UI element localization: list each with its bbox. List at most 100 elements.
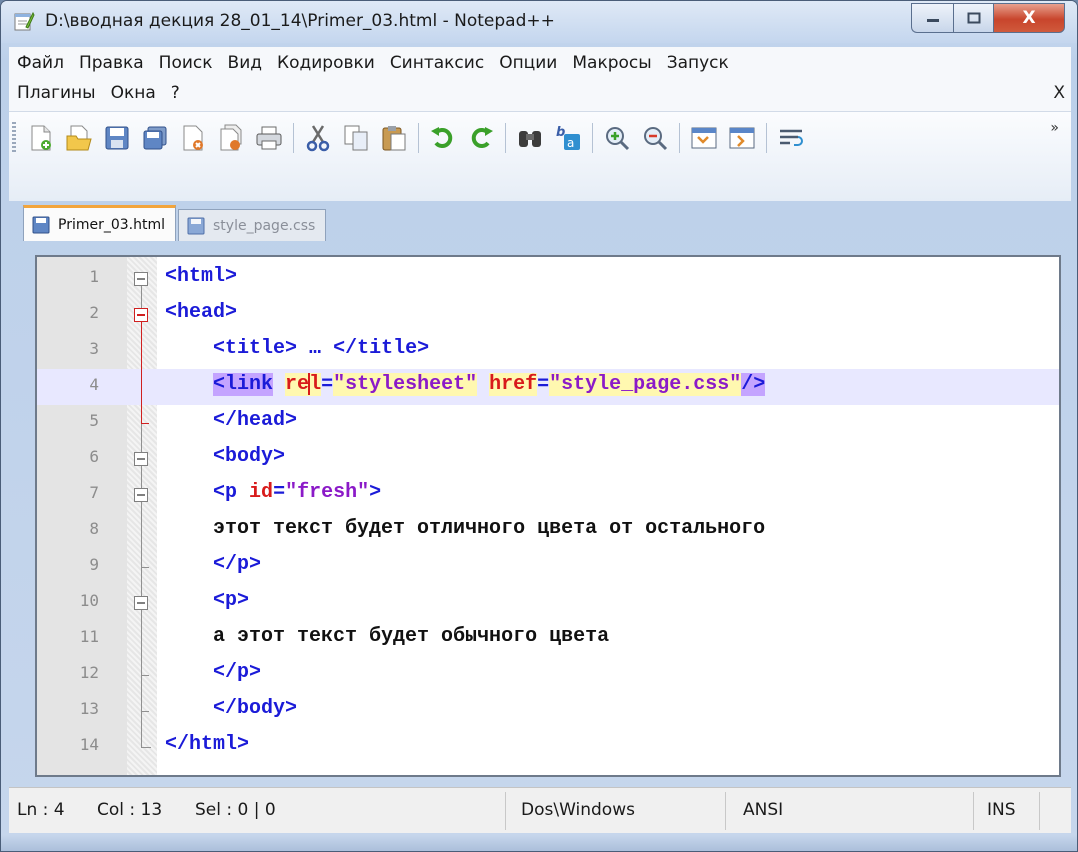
tab-primer-03-html[interactable]: Primer_03.html: [23, 205, 177, 241]
zoom-out-icon[interactable]: [639, 122, 671, 154]
code-text: <body>: [213, 445, 286, 468]
code-text: <p id="fresh">: [213, 481, 382, 504]
fold-end: [141, 711, 149, 712]
toolbar: ba »: [9, 111, 1071, 201]
find-icon[interactable]: [514, 122, 546, 154]
toolbar-grip[interactable]: [12, 122, 16, 152]
sync-vertical-icon[interactable]: [688, 122, 720, 154]
save-all-icon[interactable]: [139, 122, 171, 154]
open-file-icon[interactable]: [63, 122, 95, 154]
code-text: </p>: [213, 553, 262, 576]
code-editor[interactable]: 1 <html> 2 <head> 3 <title> … </title> 4 <lin…: [35, 255, 1061, 777]
status-selection: Sel : 0 | 0: [195, 800, 276, 820]
fold-toggle-icon[interactable]: [134, 308, 148, 322]
fold-toggle-icon[interactable]: [134, 488, 148, 502]
status-divider: [505, 792, 506, 830]
fold-toggle-icon[interactable]: [134, 272, 148, 286]
code-line[interactable]: 4 <link rel="stylesheet" href="style_pag…: [37, 369, 1059, 405]
code-text: <html>: [165, 265, 238, 288]
fold-toggle-icon[interactable]: [134, 596, 148, 610]
code-text: <p>: [213, 589, 250, 612]
notepad-window: D:\вводная декция 28_01_14\Primer_03.htm…: [0, 0, 1078, 852]
status-insert-mode: INS: [987, 800, 1016, 820]
menu-item-main-3[interactable]: Вид: [228, 53, 262, 79]
menu-item-main-8[interactable]: Запуск: [667, 53, 729, 79]
code-line[interactable]: 13 </body>: [37, 693, 1059, 729]
status-divider: [1039, 792, 1040, 830]
close-window-button[interactable]: X: [993, 3, 1065, 33]
code-line[interactable]: 1 <html>: [37, 261, 1059, 297]
status-line: Ln : 4: [17, 800, 65, 820]
tab-label: style_page.css: [213, 217, 316, 234]
svg-text:b: b: [556, 125, 565, 140]
menu-item-main-4[interactable]: Кодировки: [277, 53, 375, 79]
line-number: 4: [89, 375, 99, 394]
redo-icon[interactable]: [465, 122, 497, 154]
menu-item-main-1[interactable]: Правка: [79, 53, 144, 79]
line-number: 7: [89, 483, 99, 502]
cut-icon[interactable]: [302, 122, 334, 154]
new-file-icon[interactable]: [25, 122, 57, 154]
status-bar: Ln : 4 Col : 13 Sel : 0 | 0 Dos\Windows …: [9, 787, 1071, 833]
code-line[interactable]: 9 </p>: [37, 549, 1059, 585]
status-eol-format: Dos\Windows: [521, 800, 635, 820]
code-line[interactable]: 6 <body>: [37, 441, 1059, 477]
code-line[interactable]: 2 <head>: [37, 297, 1059, 333]
menu-item-extra-0[interactable]: Плагины: [17, 83, 96, 109]
toolbar-separator: [418, 123, 419, 153]
document-tabs: Primer_03.html style_page.css: [23, 205, 328, 241]
toolbar-overflow-button[interactable]: »: [1050, 120, 1059, 136]
close-all-icon[interactable]: [215, 122, 247, 154]
sync-horizontal-icon[interactable]: [726, 122, 758, 154]
close-icon: X: [1022, 8, 1036, 28]
code-line[interactable]: 3 <title> … </title>: [37, 333, 1059, 369]
line-number: 3: [89, 339, 99, 358]
save-icon[interactable]: [101, 122, 133, 154]
fold-toggle-icon[interactable]: [134, 452, 148, 466]
line-number: 11: [79, 627, 99, 646]
fold-end: [141, 423, 149, 424]
menu-item-main-6[interactable]: Опции: [499, 53, 557, 79]
close-document-button[interactable]: X: [1053, 83, 1065, 103]
minimize-button[interactable]: [911, 3, 953, 33]
menu-item-main-5[interactable]: Синтаксис: [390, 53, 484, 79]
print-icon[interactable]: [253, 122, 285, 154]
code-line[interactable]: 8 этот текст будет отличного цвета от ос…: [37, 513, 1059, 549]
paste-icon[interactable]: [378, 122, 410, 154]
code-line[interactable]: 7 <p id="fresh">: [37, 477, 1059, 513]
menu-item-main-0[interactable]: Файл: [17, 53, 64, 79]
replace-icon[interactable]: ba: [552, 122, 584, 154]
undo-icon[interactable]: [427, 122, 459, 154]
tab-label: Primer_03.html: [58, 216, 166, 233]
code-line[interactable]: 11 а этот текст будет обычного цвета: [37, 621, 1059, 657]
notepad-app-icon: [14, 11, 35, 31]
fold-line: [141, 315, 142, 423]
menu-item-main-7[interactable]: Макросы: [572, 53, 651, 79]
code-text: </body>: [213, 697, 298, 720]
toolbar-separator: [505, 123, 506, 153]
line-number: 9: [89, 555, 99, 574]
close-icon[interactable]: [177, 122, 209, 154]
code-line[interactable]: 14 </html>: [37, 729, 1059, 765]
menu-item-main-2[interactable]: Поиск: [159, 53, 213, 79]
menu-item-extra-2[interactable]: ?: [171, 83, 180, 109]
minimize-icon: [926, 19, 939, 22]
copy-icon[interactable]: [340, 122, 372, 154]
fold-end: [141, 747, 151, 748]
tab-style-page-css[interactable]: style_page.css: [178, 209, 327, 241]
zoom-in-icon[interactable]: [601, 122, 633, 154]
status-divider: [725, 792, 726, 830]
code-line[interactable]: 10 <p>: [37, 585, 1059, 621]
menu-item-extra-1[interactable]: Окна: [111, 83, 156, 109]
code-text: <head>: [165, 301, 238, 324]
word-wrap-icon[interactable]: [775, 122, 807, 154]
fold-end: [141, 567, 149, 568]
maximize-button[interactable]: [953, 3, 993, 33]
window-frame-bottom: [1, 835, 1077, 851]
toolbar-separator: [679, 123, 680, 153]
code-text: </p>: [213, 661, 262, 684]
title-bar[interactable]: D:\вводная декция 28_01_14\Primer_03.htm…: [1, 1, 1077, 43]
code-text: <title> … </title>: [213, 337, 430, 360]
code-line[interactable]: 12 </p>: [37, 657, 1059, 693]
code-line[interactable]: 5 </head>: [37, 405, 1059, 441]
